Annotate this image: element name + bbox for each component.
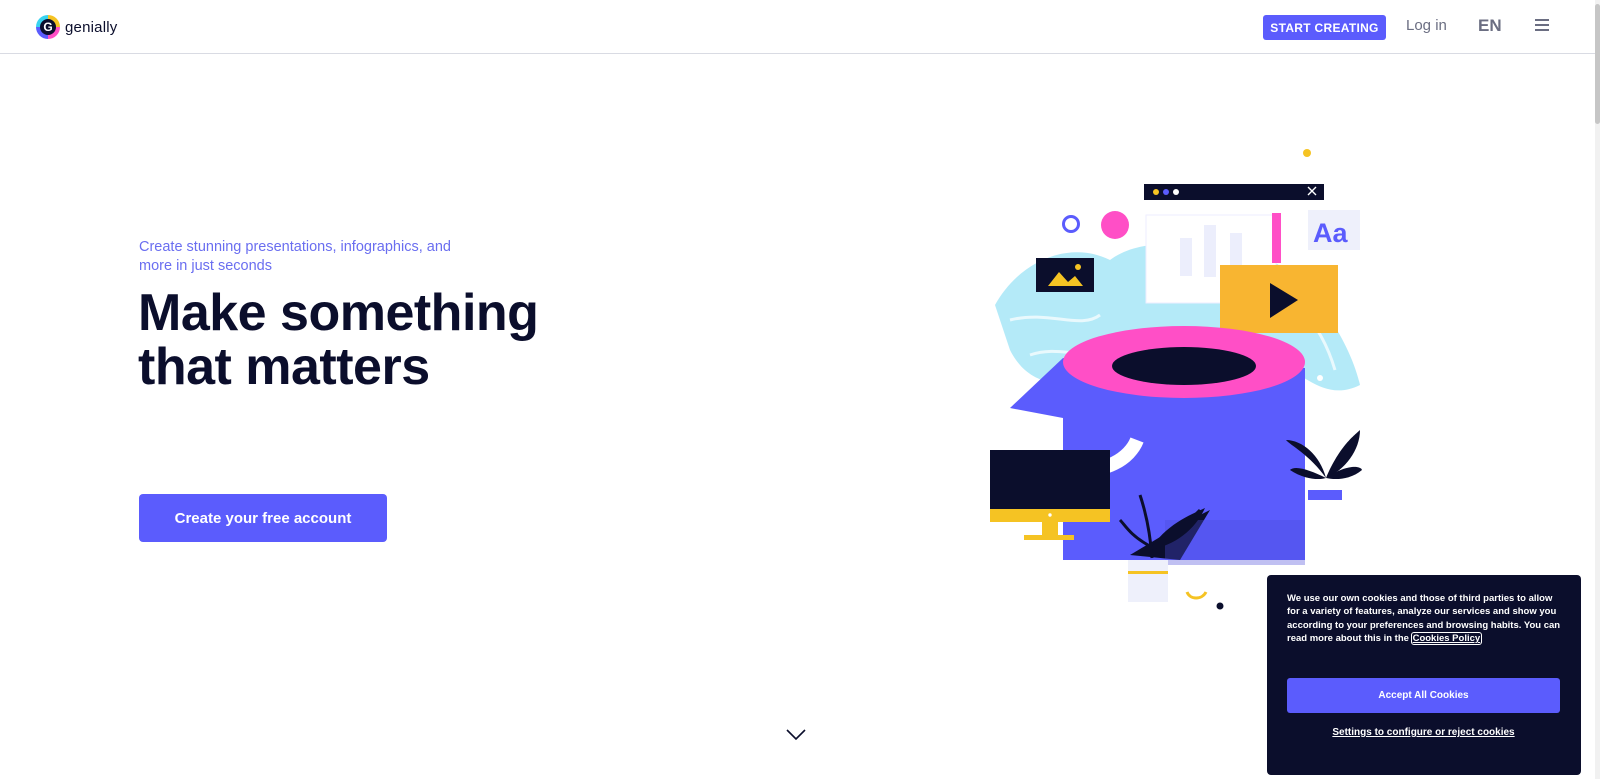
monitor [990,450,1110,512]
hamburger-menu-icon[interactable] [1535,19,1549,31]
page-scrollbar[interactable] [1595,0,1600,779]
top-navigation: G genially START CREATING Log in EN [0,0,1600,54]
chevron-down-icon[interactable] [786,728,806,742]
hero-illustration: Aa [990,149,1362,610]
create-account-button[interactable]: Create your free account [139,494,387,542]
accept-cookies-button[interactable]: Accept All Cookies [1287,678,1560,713]
logo-text: genially [65,18,118,36]
login-link[interactable]: Log in [1406,17,1447,34]
cookies-policy-link[interactable]: Cookies Policy [1410,632,1483,646]
cookie-banner: We use our own cookies and those of thir… [1267,575,1581,775]
cookie-settings-link[interactable]: Settings to configure or reject cookies [1287,727,1560,738]
logo-letter: G [43,20,53,34]
language-selector[interactable]: EN [1478,16,1502,36]
hero-headline: Make something that matters [138,284,539,396]
genially-logo-icon: G [36,15,60,39]
cookie-text: We use our own cookies and those of thir… [1287,592,1565,646]
font-badge-text: Aa [1313,218,1348,248]
genially-logo[interactable]: G genially [36,15,117,39]
image-card [1036,258,1094,292]
start-creating-button[interactable]: START CREATING [1263,15,1386,40]
scrollbar-thumb[interactable] [1595,4,1600,124]
hero-subtitle: Create stunning presentations, infograph… [139,239,451,274]
window-bar [1144,184,1324,200]
